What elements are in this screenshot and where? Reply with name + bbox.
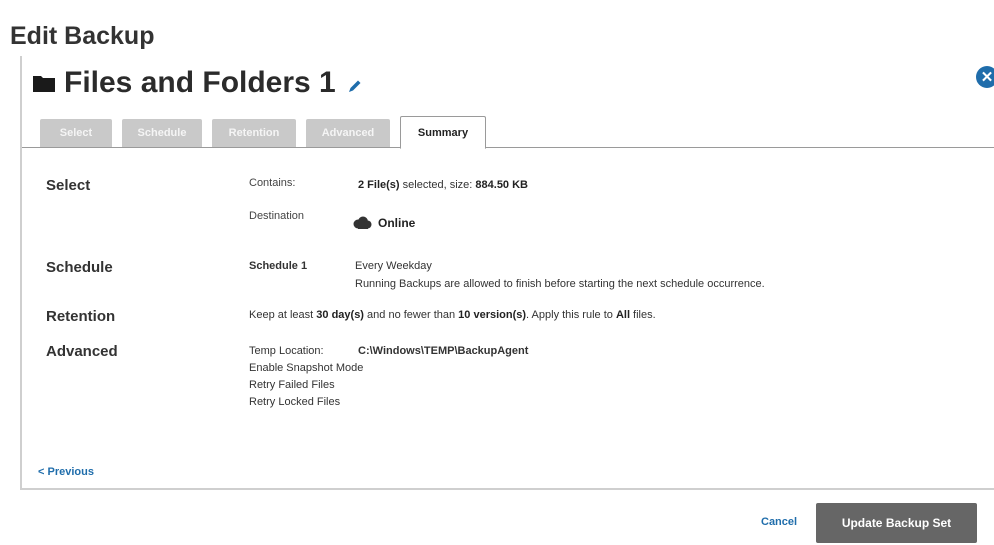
- previous-link[interactable]: < Previous: [38, 466, 94, 478]
- cancel-button[interactable]: Cancel: [761, 516, 797, 528]
- section-heading-advanced: Advanced: [46, 343, 118, 360]
- destination-label: Destination: [249, 210, 305, 222]
- retention-text-1: Keep at least: [249, 309, 317, 321]
- advanced-option-retry-locked: Retry Locked Files: [249, 396, 341, 408]
- update-backup-set-button[interactable]: Update Backup Set: [816, 503, 977, 543]
- destination-online: Online: [378, 216, 416, 230]
- retention-text-3: . Apply this rule to: [526, 309, 616, 321]
- section-heading-select: Select: [46, 177, 91, 194]
- cloud-icon: [353, 216, 372, 229]
- tab-divider: [22, 147, 994, 148]
- tab-summary[interactable]: Summary: [400, 116, 486, 149]
- retention-days: 30 day(s): [316, 309, 364, 321]
- schedule-frequency: Every Weekday: [355, 260, 432, 272]
- retention-rule: Keep at least 30 day(s) and no fewer tha…: [249, 309, 656, 321]
- retention-scope: All: [615, 309, 630, 321]
- folder-icon: [33, 76, 55, 92]
- pencil-icon[interactable]: [346, 77, 364, 95]
- advanced-option-snapshot: Enable Snapshot Mode: [249, 362, 364, 374]
- temp-location-label: Temp Location:: [249, 345, 324, 357]
- section-heading-retention: Retention: [46, 308, 116, 325]
- tab-bar: Select Schedule Retention Advanced Summa…: [40, 116, 486, 149]
- tab-schedule[interactable]: Schedule: [122, 119, 202, 147]
- page-title: Edit Backup: [10, 22, 155, 50]
- temp-location-value: C:\Windows\TEMP\BackupAgent: [358, 345, 529, 357]
- schedule-note: Running Backups are allowed to finish be…: [355, 278, 765, 290]
- schedule-name: Schedule 1: [249, 260, 308, 272]
- retention-versions: 10 version(s): [458, 309, 527, 321]
- contains-mid: selected, size:: [399, 179, 476, 191]
- backup-name-header: Files and Folders 1: [32, 66, 364, 100]
- close-icon[interactable]: ✕: [976, 66, 994, 88]
- tab-retention[interactable]: Retention: [212, 119, 296, 147]
- retention-text-4: files.: [630, 309, 656, 321]
- advanced-option-retry-failed: Retry Failed Files: [249, 379, 335, 391]
- section-heading-schedule: Schedule: [46, 259, 113, 276]
- destination-value: Online: [352, 216, 415, 230]
- contains-value: 2 File(s) selected, size: 884.50 KB: [358, 179, 528, 191]
- contains-label: Contains:: [249, 177, 296, 189]
- contains-size: 884.50 KB: [475, 179, 528, 191]
- tab-select[interactable]: Select: [40, 119, 112, 147]
- contains-count: 2 File(s): [358, 179, 400, 191]
- retention-text-2: and no fewer than: [363, 309, 459, 321]
- tab-advanced[interactable]: Advanced: [306, 119, 390, 147]
- backup-name: Files and Folders 1: [64, 66, 336, 99]
